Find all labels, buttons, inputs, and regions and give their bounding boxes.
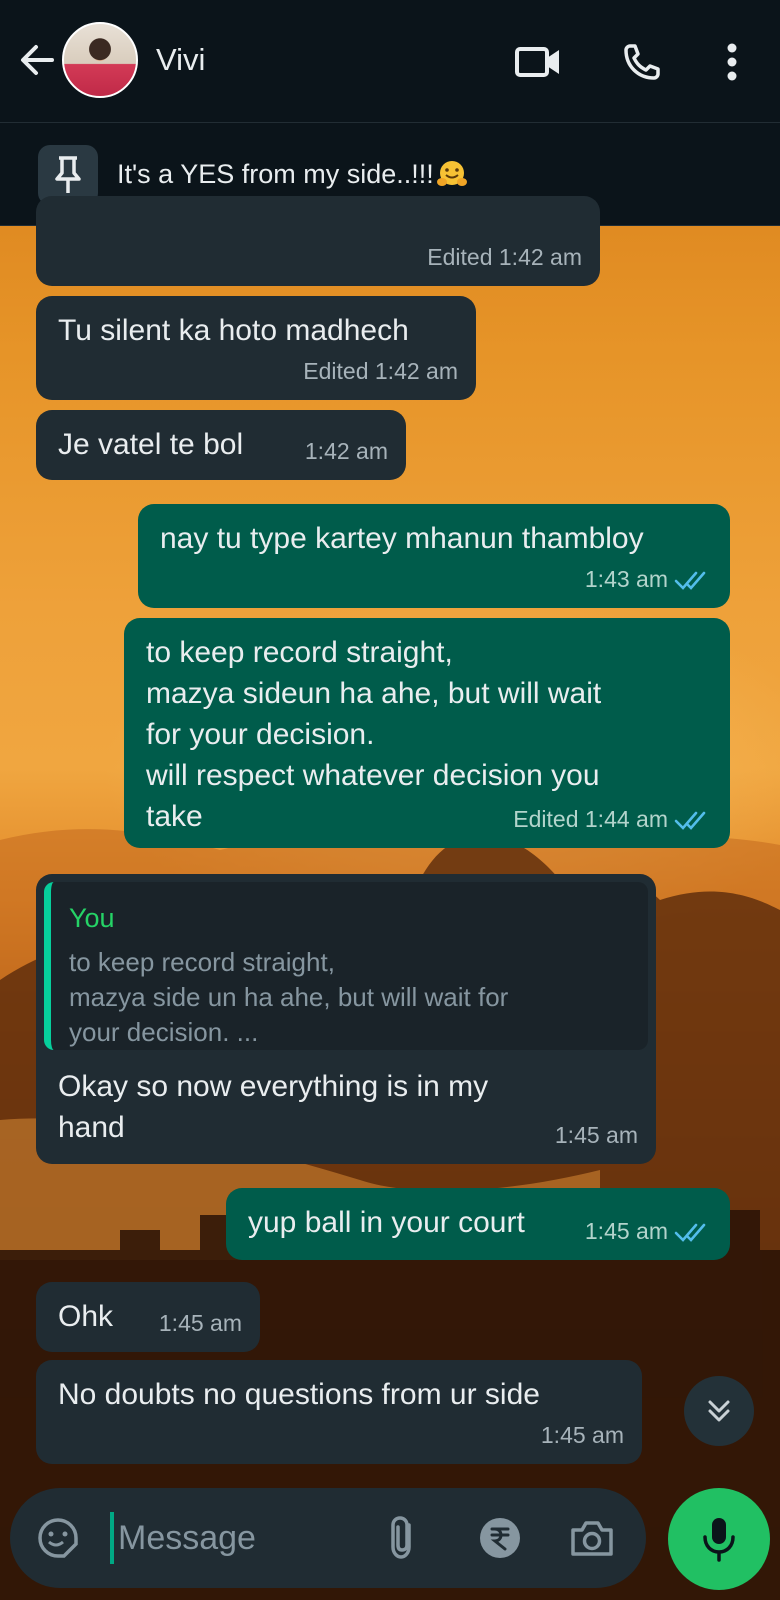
quoted-message[interactable]: You to keep record straight, mazya side … (44, 882, 648, 1050)
sticker-icon[interactable] (34, 1514, 82, 1562)
message-time: 1:45 am (540, 1422, 624, 1448)
double-chevron-down-icon (708, 1400, 730, 1422)
contact-name[interactable]: Vivi (156, 42, 205, 78)
attach-icon[interactable] (378, 1514, 426, 1562)
mic-icon (703, 1518, 735, 1562)
read-receipt-icon (674, 1223, 706, 1242)
message-incoming[interactable]: Ohk 1:45 am (36, 1282, 260, 1352)
contact-avatar[interactable] (62, 22, 138, 98)
read-receipt-icon (674, 571, 706, 590)
message-outgoing[interactable]: to keep record straight, mazya sideun ha… (124, 618, 730, 848)
more-options-icon[interactable] (708, 38, 756, 86)
text-caret (110, 1512, 114, 1564)
message-outgoing[interactable]: yup ball in your court 1:45 am (226, 1188, 730, 1260)
message-time: Edited 1:42 am (303, 358, 458, 384)
message-time: 1:45 am (554, 1122, 638, 1148)
message-text: nay tu type kartey mhanun thambloy (160, 522, 644, 555)
camera-icon[interactable] (568, 1514, 616, 1562)
message-text: No doubts no questions from ur side (58, 1378, 540, 1411)
mic-button[interactable] (668, 1488, 770, 1590)
back-arrow-icon[interactable] (14, 38, 58, 82)
message-incoming[interactable]: No doubts no questions from ur side 1:45… (36, 1360, 642, 1464)
message-composer (10, 1488, 646, 1588)
message-time: 1:45 am (158, 1310, 242, 1336)
quote-text: to keep record straight, mazya side un h… (69, 947, 509, 1047)
message-time: Edited 1:42 am (427, 244, 582, 270)
quote-author: You (69, 903, 115, 933)
video-call-icon[interactable] (514, 38, 562, 86)
message-time: Edited 1:44 am (513, 799, 712, 840)
message-time: 1:42 am (304, 438, 388, 464)
read-receipt-icon (674, 811, 706, 830)
message-outgoing[interactable]: nay tu type kartey mhanun thambloy 1:43 … (138, 504, 730, 608)
rupee-payment-icon[interactable] (476, 1514, 524, 1562)
pinned-overlay (0, 122, 780, 226)
message-text: Tu silent ka hoto madhech (58, 314, 409, 347)
voice-call-icon[interactable] (618, 38, 666, 86)
message-incoming-reply[interactable]: You to keep record straight, mazya side … (36, 874, 656, 1164)
message-time: 1:43 am (585, 559, 712, 600)
message-input[interactable] (118, 1516, 378, 1560)
message-time: 1:45 am (585, 1211, 712, 1252)
message-incoming[interactable]: Tu silent ka hoto madhech Edited 1:42 am (36, 296, 476, 400)
chat-header: Vivi (0, 0, 780, 122)
message-incoming[interactable]: Je vatel te bol 1:42 am (36, 410, 406, 480)
message-text: Okay so now everything is in my hand (58, 1070, 489, 1144)
scroll-to-bottom-button[interactable] (684, 1376, 754, 1446)
